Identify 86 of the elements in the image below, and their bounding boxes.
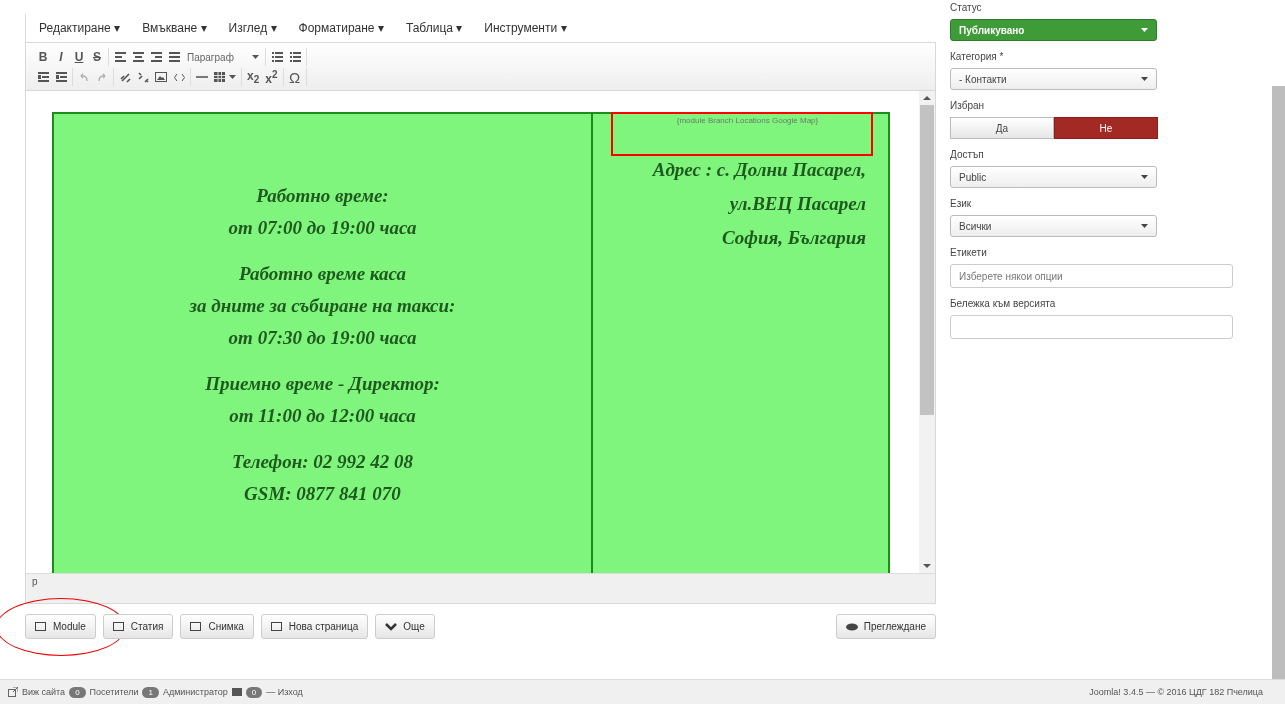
menu-item[interactable]: Вмъкване ▾: [142, 21, 207, 35]
element-path[interactable]: p: [32, 576, 38, 587]
count-badge: 1: [142, 686, 159, 698]
menu-item[interactable]: Форматиране ▾: [298, 21, 384, 35]
subscript-button[interactable]: x$_{2}$: [244, 68, 263, 86]
indent-icon: [55, 72, 67, 82]
editor-button[interactable]: Module: [25, 614, 96, 639]
caret-icon: [1141, 28, 1148, 32]
input-field[interactable]: [950, 315, 1233, 339]
superscript-button[interactable]: x$^{2}$: [262, 68, 281, 86]
address-text: ул.ВЕЦ Пасарел: [729, 192, 866, 216]
content-text: Приемно време - Директор:: [204, 372, 441, 396]
format-button[interactable]: U: [70, 48, 88, 66]
button-icon: [35, 621, 47, 632]
content-text: от 07:00 до 19:00 часа: [227, 216, 418, 240]
format-button[interactable]: B: [34, 48, 52, 66]
toggle-option[interactable]: Не: [1054, 117, 1158, 139]
button-icon: [385, 621, 398, 632]
content-text: Работно време:: [255, 184, 390, 208]
caret-icon: [252, 55, 259, 59]
address-text: София, България: [722, 226, 866, 250]
align-icon: [150, 52, 162, 62]
format-button[interactable]: S: [88, 48, 106, 66]
status-dropdown[interactable]: Публикувано: [950, 19, 1157, 41]
content-text: Телефон: 02 992 42 08: [230, 450, 415, 474]
content-text: Работно време каса: [238, 262, 407, 286]
menu-item[interactable]: Редактиране ▾: [39, 21, 121, 35]
field-label: Категория *: [950, 51, 1005, 62]
scroll-down-icon: [923, 564, 931, 568]
menu-item[interactable]: Изглед ▾: [228, 21, 277, 35]
align-icon: [168, 52, 180, 62]
field-label: Език: [950, 198, 973, 209]
select-dropdown[interactable]: Всички: [950, 215, 1157, 237]
button-icon: [190, 621, 203, 632]
select-dropdown[interactable]: - Контакти: [950, 68, 1157, 90]
content-text: GSM: 0877 841 070: [243, 482, 402, 506]
content-text: от 11:00 до 12:00 часа: [228, 404, 417, 428]
curved-arrow-icon: [79, 72, 89, 82]
caret-icon: [1141, 175, 1148, 179]
count-badge: 0: [245, 686, 263, 698]
version-text: Joomla! 3.4.5 — © 2016 ЦДГ 182 Пчелица: [1089, 687, 1263, 697]
caret-icon: [229, 75, 236, 79]
button-icon: [112, 621, 125, 632]
block-format-dropdown[interactable]: Параграф: [183, 48, 263, 66]
caret-icon: [1141, 224, 1148, 228]
field-label: Достъп: [950, 149, 985, 160]
caret-icon: [1141, 77, 1148, 81]
curved-arrow-icon: [97, 72, 107, 82]
external-link-icon: [8, 687, 18, 697]
scroll-up-icon: [923, 96, 931, 100]
field-label: Статус: [950, 2, 983, 13]
image-icon: [155, 72, 167, 82]
special-character-button[interactable]: Ω: [285, 68, 304, 86]
content-text: от 07:30 до 19:00 часа: [227, 326, 418, 350]
code-icon: [173, 72, 185, 82]
address-text: Адрес : с. Долни Пасарел,: [652, 158, 866, 182]
menu-item[interactable]: Таблица ▾: [405, 21, 463, 35]
format-button[interactable]: I: [52, 48, 70, 66]
toggle-option[interactable]: Да: [950, 117, 1054, 139]
editor-button[interactable]: Още: [375, 614, 435, 639]
tags-field[interactable]: Изберете някои опции: [950, 264, 1233, 288]
status-text: Администратор: [162, 687, 228, 697]
editor-button[interactable]: Нова страница: [260, 614, 369, 639]
indent-icon: [37, 72, 49, 82]
preview-button[interactable]: Преглеждане: [835, 614, 936, 639]
status-text: Посетители: [89, 687, 139, 697]
field-label: Бележка към версията: [950, 298, 1057, 309]
editor-button[interactable]: Снимка: [180, 614, 254, 639]
count-badge: 0: [69, 686, 86, 698]
list-icon: [289, 52, 301, 62]
module-tag-text: {module Branch Locations Google Map}: [675, 116, 820, 125]
align-icon: [114, 52, 126, 62]
field-label: Етикети: [950, 247, 988, 258]
horizontal-line-icon: [196, 75, 208, 79]
button-icon: [270, 621, 283, 632]
menu-item[interactable]: Инструменти ▾: [484, 21, 567, 35]
select-dropdown[interactable]: Public: [950, 166, 1157, 188]
content-text: за дните за събиране на такси:: [188, 294, 457, 318]
view-site-link[interactable]: Виж сайта: [22, 687, 66, 697]
table-icon: [214, 72, 225, 82]
list-icon: [271, 52, 283, 62]
logout-link[interactable]: — Изход: [266, 687, 303, 697]
field-label: Избран: [950, 100, 986, 111]
editor-button[interactable]: Статия: [102, 614, 174, 639]
align-icon: [132, 52, 144, 62]
scrollbar[interactable]: [919, 91, 935, 573]
